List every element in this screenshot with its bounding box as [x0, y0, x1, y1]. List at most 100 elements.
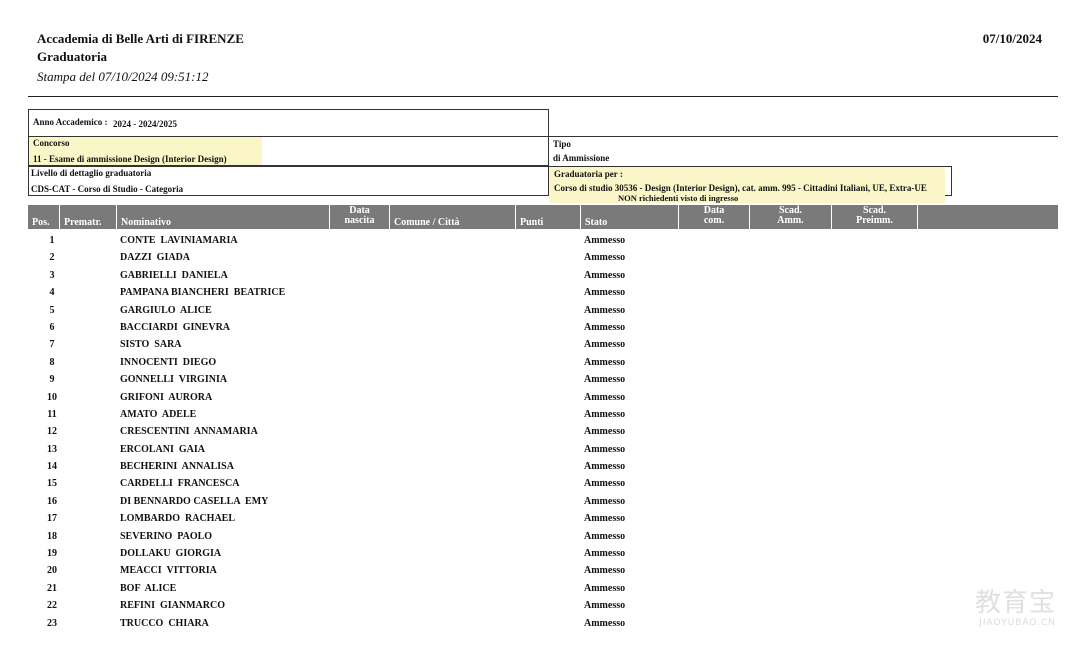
row-position: 4 — [49, 287, 55, 299]
table-row: 4 PAMPANA BIANCHERI BEATRICE Ammesso — [28, 284, 1058, 301]
col-data-nascita: Data nascita — [330, 205, 390, 229]
table-row: 15 CARDELLI FRANCESCA Ammesso — [28, 475, 1058, 492]
row-name: AMATO ADELE — [120, 408, 197, 420]
row-status: Ammesso — [584, 304, 626, 316]
row-status: Ammesso — [584, 443, 626, 455]
row-position: 10 — [47, 391, 57, 403]
table-row: 19 DOLLAKU GIORGIA Ammesso — [28, 545, 1058, 562]
row-status: Ammesso — [584, 548, 626, 560]
table-row: 5 GARGIULO ALICE Ammesso — [28, 302, 1058, 319]
row-name: SISTO SARA — [120, 339, 182, 351]
anno-value: 2024 - 2024/2025 — [113, 119, 177, 129]
table-header: Pos. Prematr. Nominativo Data nascita Com… — [28, 205, 1058, 229]
concorso-value: 11 - Esame di ammissione Design (Interio… — [33, 154, 227, 164]
row-status: Ammesso — [584, 461, 626, 473]
table-row: 10 GRIFONI AURORA Ammesso — [28, 389, 1058, 406]
livello-value: CDS-CAT - Corso di Studio - Categoria — [31, 184, 184, 194]
row-status: Ammesso — [584, 339, 626, 351]
institution-title: Accademia di Belle Arti di FIRENZE — [37, 31, 244, 46]
watermark-url: JIAOYUBAO.CN — [979, 618, 1056, 628]
col-comune: Comune / Città — [390, 205, 516, 229]
row-status: Ammesso — [584, 600, 626, 612]
row-name: BECHERINI ANNALISA — [120, 461, 234, 473]
row-name: CONTE LAVINIAMARIA — [120, 235, 238, 246]
row-position: 5 — [49, 304, 55, 316]
tipo-label: Tipo — [553, 139, 571, 149]
table-row: 1 CONTE LAVINIAMARIA Ammesso — [28, 232, 1058, 249]
row-status: Ammesso — [584, 252, 626, 264]
col-nominativo: Nominativo — [117, 205, 330, 229]
table-row: 17 LOMBARDO RACHAEL Ammesso — [28, 510, 1058, 527]
col-scad-amm: Scad. Amm. — [750, 205, 832, 229]
row-position: 21 — [47, 582, 57, 594]
col-pos: Pos. — [28, 205, 60, 229]
row-position: 22 — [47, 600, 57, 612]
row-status: Ammesso — [584, 321, 626, 333]
row-position: 6 — [49, 321, 55, 333]
livello-label: Livello di dettaglio graduatoria — [31, 168, 152, 178]
table-row: 6 BACCIARDI GINEVRA Ammesso — [28, 319, 1058, 336]
row-name: DI BENNARDO CASELLA EMY — [120, 495, 269, 507]
row-name: BACCIARDI GINEVRA — [120, 321, 231, 333]
col-punti: Punti — [516, 205, 581, 229]
table-row: 9 GONNELLI VIRGINIA Ammesso — [28, 371, 1058, 388]
document-type: Graduatoria — [37, 49, 108, 64]
row-position: 17 — [47, 513, 57, 525]
divider-line — [548, 136, 1058, 137]
table-row: 12 CRESCENTINI ANNAMARIA Ammesso — [28, 423, 1058, 440]
row-position: 1 — [49, 235, 55, 246]
row-name: BOF ALICE — [120, 582, 177, 594]
row-name: ERCOLANI GAIA — [120, 443, 206, 455]
row-name: PAMPANA BIANCHERI BEATRICE — [120, 287, 286, 299]
table-body: 1 CONTE LAVINIAMARIA Ammesso 2 DAZZI GIADA Am… — [28, 232, 1058, 632]
col-stato: Stato — [581, 205, 679, 229]
tipo-value: di Ammissione — [553, 153, 610, 163]
row-status: Ammesso — [584, 617, 626, 629]
table-row: 23 TRUCCO CHIARA Ammesso — [28, 615, 1058, 632]
row-position: 11 — [47, 408, 57, 420]
row-name: SEVERINO PAOLO — [120, 530, 213, 542]
row-status: Ammesso — [584, 565, 626, 577]
col-data-com: Data com. — [679, 205, 750, 229]
table-row: 14 BECHERINI ANNALISA Ammesso — [28, 458, 1058, 475]
row-status: Ammesso — [584, 235, 626, 246]
row-status: Ammesso — [584, 391, 626, 403]
row-position: 2 — [49, 252, 55, 264]
row-status: Ammesso — [584, 269, 626, 281]
row-status: Ammesso — [584, 287, 626, 299]
row-position: 16 — [47, 495, 57, 507]
document-date: 07/10/2024 — [982, 31, 1042, 46]
row-position: 12 — [47, 426, 57, 438]
row-position: 8 — [49, 356, 55, 368]
row-name: CARDELLI FRANCESCA — [120, 478, 240, 490]
table-row: 8 INNOCENTI DIEGO Ammesso — [28, 354, 1058, 371]
col-prematr: Prematr. — [60, 205, 117, 229]
row-name: INNOCENTI DIEGO — [120, 356, 217, 368]
row-status: Ammesso — [584, 582, 626, 594]
row-position: 15 — [47, 478, 57, 490]
watermark-logo: 教育宝 JIAOYUBAO.CN — [948, 582, 1058, 630]
row-name: DOLLAKU GIORGIA — [120, 548, 222, 560]
row-position: 3 — [49, 269, 55, 281]
row-name: GARGIULO ALICE — [120, 304, 212, 316]
row-name: CRESCENTINI ANNAMARIA — [120, 426, 258, 438]
row-position: 20 — [47, 565, 57, 577]
row-position: 14 — [47, 461, 57, 473]
concorso-label: Concorso — [33, 138, 70, 148]
row-status: Ammesso — [584, 513, 626, 525]
row-status: Ammesso — [584, 495, 626, 507]
print-timestamp: Stampa del 07/10/2024 09:51:12 — [37, 69, 209, 84]
table-row: 16 DI BENNARDO CASELLA EMY Ammesso — [28, 493, 1058, 510]
row-position: 23 — [47, 617, 57, 629]
watermark-text: 教育宝 — [974, 588, 1056, 618]
table-row: 20 MEACCI VITTORIA Ammesso — [28, 562, 1058, 579]
row-name: REFINI GIANMARCO — [120, 600, 225, 612]
row-position: 18 — [47, 530, 57, 542]
table-row: 11 AMATO ADELE Ammesso — [28, 406, 1058, 423]
graduatoria-value: Corso di studio 30536 - Design (Interior… — [554, 183, 927, 193]
table-row: 2 DAZZI GIADA Ammesso — [28, 249, 1058, 266]
row-name: MEACCI VITTORIA — [120, 565, 217, 577]
anno-label: Anno Accademico : — [33, 117, 108, 127]
row-name: GRIFONI AURORA — [120, 391, 213, 403]
col-scad-preimm: Scad. Preimm. — [832, 205, 918, 229]
